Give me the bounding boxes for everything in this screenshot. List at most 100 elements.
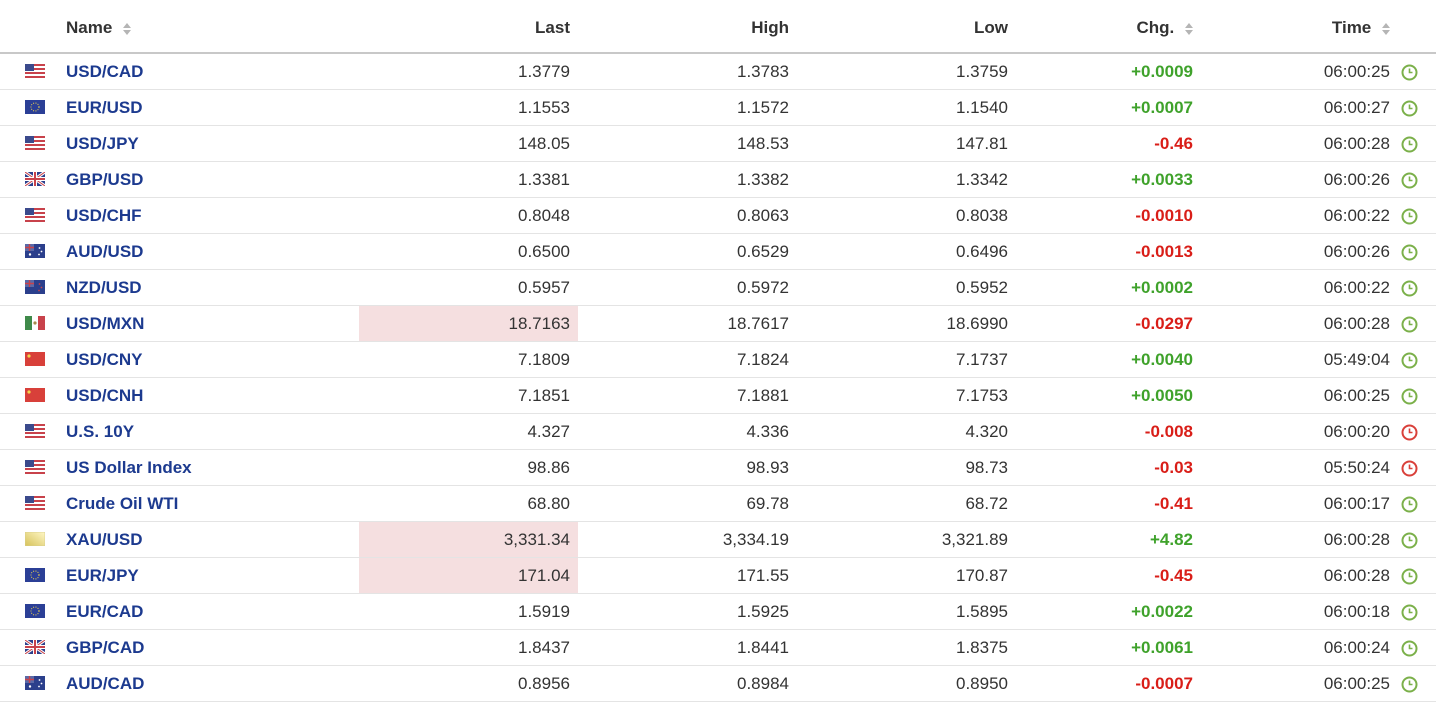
table-row[interactable]: Crude Oil WTI 68.80 69.78 68.72 -0.41 06:00:1… (0, 486, 1436, 522)
table-row[interactable]: U.S. 10Y 4.327 4.336 4.320 -0.008 06:00:20 (0, 414, 1436, 450)
time-value: 06:00:28 (1323, 314, 1390, 333)
change-value: +0.0022 (1131, 602, 1193, 621)
instrument-link[interactable]: USD/CHF (66, 198, 142, 234)
high-value: 4.336 (746, 422, 789, 441)
us-flag-icon (25, 64, 45, 78)
instrument-link[interactable]: AUD/CAD (66, 666, 144, 702)
quotes-table: Name Last High Low Chg. Time USD/CAD 1.37… (0, 0, 1436, 702)
change-value: +4.82 (1149, 530, 1193, 549)
instrument-link[interactable]: GBP/USD (66, 162, 143, 198)
time-value: 06:00:28 (1323, 566, 1390, 585)
clock-icon (1401, 604, 1418, 621)
instrument-link[interactable]: U.S. 10Y (66, 414, 134, 450)
last-value: 7.1809 (518, 350, 570, 369)
time-value: 05:49:04 (1323, 350, 1390, 369)
change-value: +0.0050 (1131, 386, 1193, 405)
high-value: 1.8441 (737, 638, 789, 657)
clock-icon (1401, 316, 1418, 333)
instrument-link[interactable]: USD/CNY (66, 342, 143, 378)
table-row[interactable]: NZD/USD 0.5957 0.5972 0.5952 +0.0002 06:00:22 (0, 270, 1436, 306)
change-value: +0.0007 (1131, 98, 1193, 117)
high-value: 0.5972 (737, 278, 789, 297)
last-value: 68.80 (527, 494, 570, 513)
time-value: 06:00:25 (1323, 674, 1390, 693)
us-flag-icon (25, 352, 45, 366)
instrument-link[interactable]: USD/CNH (66, 378, 143, 414)
column-header-low[interactable]: Low (974, 18, 1008, 38)
low-value: 1.8375 (956, 638, 1008, 657)
instrument-link[interactable]: EUR/JPY (66, 558, 139, 594)
last-value: 4.327 (527, 422, 570, 441)
table-row[interactable]: EUR/CAD 1.5919 1.5925 1.5895 +0.0022 06:00:18 (0, 594, 1436, 630)
column-header-name[interactable]: Name (66, 18, 132, 38)
last-value: 18.7163 (508, 314, 570, 333)
us-flag-icon (25, 424, 45, 438)
table-row[interactable]: AUD/CAD 0.8956 0.8984 0.8950 -0.0007 06:00:25 (0, 666, 1436, 702)
high-value: 0.8063 (737, 206, 789, 225)
column-header-last[interactable]: Last (535, 18, 570, 38)
low-value: 1.3342 (956, 170, 1008, 189)
instrument-link[interactable]: EUR/USD (66, 90, 143, 126)
high-value: 98.93 (746, 458, 789, 477)
clock-icon (1401, 640, 1418, 657)
sort-icon[interactable] (1382, 22, 1390, 35)
table-row[interactable]: EUR/USD 1.1553 1.1572 1.1540 +0.0007 06:00:27 (0, 90, 1436, 126)
last-value: 0.8956 (518, 674, 570, 693)
time-value: 06:00:22 (1323, 206, 1390, 225)
instrument-link[interactable]: AUD/USD (66, 234, 143, 270)
au-flag-icon (25, 244, 45, 258)
table-row[interactable]: USD/CNY 7.1809 7.1824 7.1737 +0.0040 05:49:04 (0, 342, 1436, 378)
instrument-link[interactable]: EUR/CAD (66, 594, 143, 630)
table-row[interactable]: USD/MXN 18.7163 18.7617 18.6990 -0.0297 06:00… (0, 306, 1436, 342)
low-value: 68.72 (965, 494, 1008, 513)
high-value: 1.1572 (737, 98, 789, 117)
column-header-time[interactable]: Time (1332, 18, 1390, 38)
low-value: 4.320 (965, 422, 1008, 441)
table-row[interactable]: USD/CHF 0.8048 0.8063 0.8038 -0.0010 06:00:22 (0, 198, 1436, 234)
low-value: 170.87 (956, 566, 1008, 585)
time-value: 06:00:26 (1323, 242, 1390, 261)
table-row[interactable]: GBP/CAD 1.8437 1.8441 1.8375 +0.0061 06:00:24 (0, 630, 1436, 666)
time-value: 06:00:28 (1323, 134, 1390, 153)
us-flag-icon (25, 136, 45, 150)
low-value: 1.1540 (956, 98, 1008, 117)
table-row[interactable]: AUD/USD 0.6500 0.6529 0.6496 -0.0013 06:00:26 (0, 234, 1436, 270)
column-header-high[interactable]: High (751, 18, 789, 38)
instrument-link[interactable]: XAU/USD (66, 522, 143, 558)
table-body: USD/CAD 1.3779 1.3783 1.3759 +0.0009 06:00:25… (0, 54, 1436, 702)
table-row[interactable]: US Dollar Index 98.86 98.93 98.73 -0.03 05:50… (0, 450, 1436, 486)
instrument-link[interactable]: USD/MXN (66, 306, 144, 342)
high-value: 69.78 (746, 494, 789, 513)
sort-icon[interactable] (123, 22, 132, 35)
eu-flag-icon (25, 100, 45, 114)
table-header: Name Last High Low Chg. Time (0, 0, 1436, 54)
instrument-link[interactable]: USD/JPY (66, 126, 139, 162)
low-value: 7.1737 (956, 350, 1008, 369)
low-value: 18.6990 (946, 314, 1008, 333)
eu-flag-icon (25, 568, 45, 582)
time-value: 06:00:26 (1323, 170, 1390, 189)
high-value: 18.7617 (727, 314, 789, 333)
instrument-link[interactable]: USD/CAD (66, 54, 143, 90)
change-value: +0.0061 (1131, 638, 1193, 657)
clock-icon (1401, 568, 1418, 585)
gold-icon (24, 531, 46, 547)
table-row[interactable]: USD/JPY 148.05 148.53 147.81 -0.46 06:00:28 (0, 126, 1436, 162)
instrument-link[interactable]: Crude Oil WTI (66, 486, 178, 522)
instrument-link[interactable]: US Dollar Index (66, 450, 192, 486)
table-row[interactable]: XAU/USD 3,331.34 3,334.19 3,321.89 +4.82 06:0… (0, 522, 1436, 558)
table-row[interactable]: GBP/USD 1.3381 1.3382 1.3342 +0.0033 06:00:26 (0, 162, 1436, 198)
last-value: 1.5919 (518, 602, 570, 621)
table-row[interactable]: USD/CNH 7.1851 7.1881 7.1753 +0.0050 06:00:25 (0, 378, 1436, 414)
last-value: 3,331.34 (503, 530, 570, 549)
us-flag-icon (25, 388, 45, 402)
sort-icon[interactable] (1185, 22, 1193, 35)
low-value: 7.1753 (956, 386, 1008, 405)
table-row[interactable]: USD/CAD 1.3779 1.3783 1.3759 +0.0009 06:00:25 (0, 54, 1436, 90)
instrument-link[interactable]: NZD/USD (66, 270, 142, 306)
column-header-chg[interactable]: Chg. (1136, 18, 1193, 38)
time-value: 06:00:27 (1323, 98, 1390, 117)
instrument-link[interactable]: GBP/CAD (66, 630, 144, 666)
clock-icon (1401, 208, 1418, 225)
table-row[interactable]: EUR/JPY 171.04 171.55 170.87 -0.45 06:00:28 (0, 558, 1436, 594)
